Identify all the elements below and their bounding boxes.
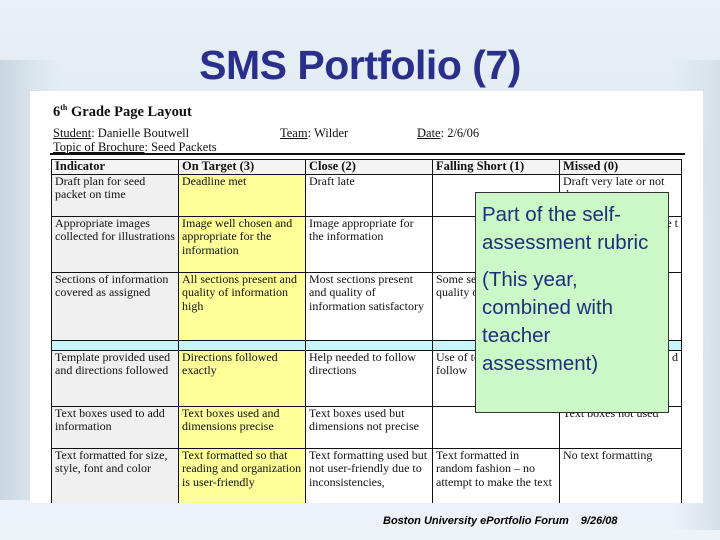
table-row: Text formatted for size, style, font and… <box>51 447 682 503</box>
date-value: : 2/6/06 <box>440 125 480 140</box>
header-on-target: On Target (3) <box>178 159 306 175</box>
cell-indicator: Sections of information covered as assig… <box>51 271 179 341</box>
document-header: 6th Grade Page Layout Student: Danielle … <box>53 103 693 154</box>
cell-close: Draft late <box>305 173 433 217</box>
cell-indicator: Draft plan for seed packet on time <box>51 173 179 217</box>
student-field: Student: Danielle Boutwell <box>53 126 189 140</box>
team-value: : Wilder <box>307 125 349 140</box>
cell-close: Most sections present and quality of inf… <box>305 271 433 341</box>
topic-value: : Seed Packets <box>144 139 217 154</box>
document-meta: Student: Danielle Boutwell Team: Wilder … <box>53 126 693 154</box>
title-text: Grade Page Layout <box>67 103 192 120</box>
table-header-row: Indicator On Target (3) Close (2) Fallin… <box>51 159 682 175</box>
spacer-cell <box>305 339 433 351</box>
cell-close: Text boxes used but dimensions not preci… <box>305 405 433 449</box>
document-title: 6th Grade Page Layout <box>53 103 693 121</box>
topic-label: Topic of Brochure <box>53 139 145 154</box>
cell-on-target: Deadline met <box>178 173 306 217</box>
cell-on-target: Image well chosen and appropriate for th… <box>178 215 306 273</box>
cell-indicator: Template provided used and directions fo… <box>51 349 179 407</box>
footer-date: 9/26/08 <box>580 515 618 527</box>
spacer-cell <box>178 339 306 351</box>
header-divider <box>50 153 685 155</box>
team-label: Team <box>280 125 308 140</box>
header-missed: Missed (0) <box>559 159 682 175</box>
cell-on-target: Text boxes used and dimensions precise <box>178 405 306 449</box>
student-value: : Danielle Boutwell <box>91 125 190 140</box>
spacer-cell <box>51 339 179 351</box>
cell-close: Text formatting used but not user-friend… <box>305 447 433 503</box>
cell-falling-short: Text formatted in random fashion – no at… <box>432 447 560 503</box>
header-indicator: Indicator <box>51 159 179 175</box>
cell-missed: No text formatting <box>559 447 682 503</box>
slide-footer: Boston University ePortfolio Forum 9/26/0… <box>383 515 618 527</box>
cell-on-target: Directions followed exactly <box>178 349 306 407</box>
cell-indicator: Appropriate images collected for illustr… <box>51 215 179 273</box>
team-field: Team: Wilder <box>280 126 348 140</box>
footer-text: Boston University ePortfolio Forum <box>383 515 569 527</box>
topic-field: Topic of Brochure: Seed Packets <box>53 140 217 154</box>
cell-on-target: All sections present and quality of info… <box>178 271 306 341</box>
cell-on-target: Text formatted so that reading and organ… <box>178 447 306 503</box>
header-falling-short: Falling Short (1) <box>432 159 560 175</box>
student-label: Student <box>53 125 92 140</box>
cell-indicator: Text formatted for size, style, font and… <box>51 447 179 503</box>
slide-title: SMS Portfolio (7) <box>199 42 521 88</box>
cell-close: Help needed to follow directions <box>305 349 433 407</box>
date-label: Date <box>417 125 441 140</box>
callout-text-primary: Part of the self-assessment rubric <box>482 203 649 254</box>
callout-text-secondary: (This year, combined with teacher assess… <box>482 268 614 375</box>
date-field: Date: 2/6/06 <box>417 126 479 140</box>
header-close: Close (2) <box>305 159 433 175</box>
cell-indicator: Text boxes used to add information <box>51 405 179 449</box>
cell-close: Image appropriate for the information <box>305 215 433 273</box>
callout-box: Part of the self-assessment rubric (This… <box>475 192 669 413</box>
